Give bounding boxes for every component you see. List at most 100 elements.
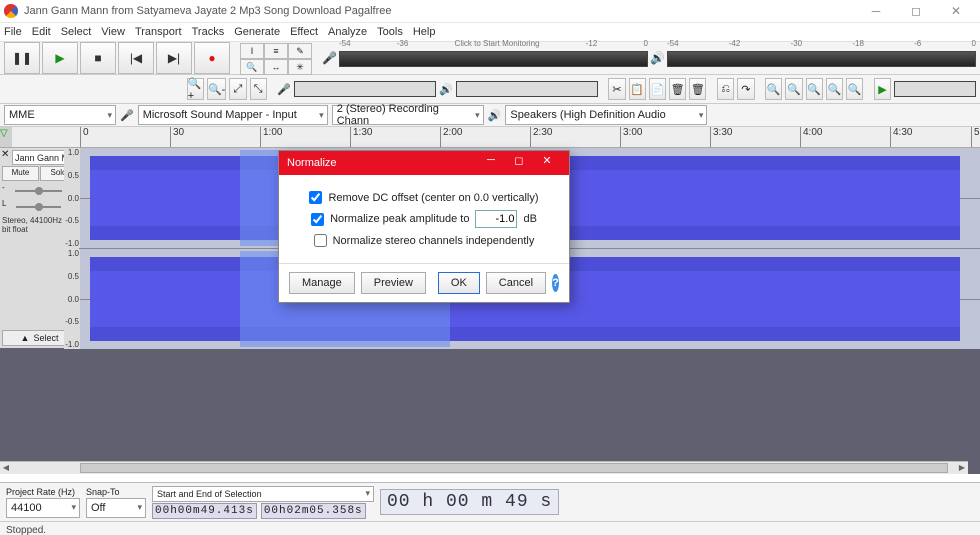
zoom-out-button[interactable]: 🔍- xyxy=(207,78,226,100)
timeline-tick: 1:00 xyxy=(260,127,282,147)
timeline-tick: 30 xyxy=(170,127,184,147)
menu-tracks[interactable]: Tracks xyxy=(192,26,225,38)
silence-button[interactable]: 🗑 xyxy=(689,78,706,100)
maximize-button[interactable]: ◻ xyxy=(896,1,936,21)
paste-button[interactable]: 📄 xyxy=(649,78,666,100)
selection-tool[interactable]: I xyxy=(240,43,264,59)
pan-slider[interactable] xyxy=(8,202,69,212)
timeshift-tool[interactable]: ↔ xyxy=(264,59,288,75)
envelope-tool[interactable]: ≡ xyxy=(264,43,288,59)
playback-speed-slider[interactable] xyxy=(894,81,976,97)
recording-meter[interactable] xyxy=(339,51,648,67)
edit-toolbar: 🔍+ 🔍- ⤢ ⤡ 🎤 🔊 ✂ 📋 📄 🗑 🗑 ⎌ ↷ 🔍 🔍 🔍 🔍 🔍 ▶ xyxy=(0,75,980,104)
preview-button[interactable]: Preview xyxy=(361,272,426,294)
playback-meter[interactable] xyxy=(667,51,976,67)
fit-project-button[interactable]: ⤡ xyxy=(250,78,267,100)
window-titlebar: Jann Gann Mann from Satyameva Jayate 2 M… xyxy=(0,0,980,23)
zoom-toggle[interactable]: 🔍 xyxy=(846,78,863,100)
help-button[interactable]: ? xyxy=(552,274,559,292)
project-rate-combo[interactable]: 44100 xyxy=(6,498,80,518)
zoom-out-2[interactable]: 🔍 xyxy=(785,78,802,100)
trim-button[interactable]: 🗑 xyxy=(669,78,686,100)
mic-slider-icon: 🎤 xyxy=(277,83,291,96)
transport-toolbar: ❚❚ ▶ ■ |◀ ▶| ● I ≡ ✎ 🔍 ↔ ✳ 🎤 -54-36 Clic… xyxy=(0,42,980,75)
timeline-tick: 2:00 xyxy=(440,127,462,147)
selection-end-field[interactable]: 00h02m05.358s xyxy=(261,503,366,519)
cut-button[interactable]: ✂ xyxy=(608,78,625,100)
play-meter-scale: -54-42-30-18-60 xyxy=(667,39,976,48)
pause-button[interactable]: ❚❚ xyxy=(4,42,40,74)
menu-tools[interactable]: Tools xyxy=(377,26,403,38)
minimize-button[interactable]: ─ xyxy=(856,1,896,21)
snap-to-label: Snap-To xyxy=(86,487,146,497)
dialog-titlebar[interactable]: Normalize ─ ◻ ✕ xyxy=(279,151,569,175)
menu-help[interactable]: Help xyxy=(413,26,436,38)
peak-amplitude-input[interactable] xyxy=(475,210,517,228)
zoom-fit[interactable]: 🔍 xyxy=(826,78,843,100)
dialog-minimize-button[interactable]: ─ xyxy=(477,154,505,172)
menu-select[interactable]: Select xyxy=(61,26,92,38)
undo-button[interactable]: ⎌ xyxy=(717,78,734,100)
rec-meter-scale: -54-36 Click to Start Monitoring -120 xyxy=(339,39,648,48)
close-button[interactable]: ✕ xyxy=(936,1,976,21)
play-volume-slider[interactable] xyxy=(456,81,598,97)
menu-analyze[interactable]: Analyze xyxy=(328,26,367,38)
draw-tool[interactable]: ✎ xyxy=(288,43,312,59)
audacity-logo-icon xyxy=(4,4,18,18)
tools-grid: I ≡ ✎ 🔍 ↔ ✳ xyxy=(240,43,312,73)
normalize-dialog: Normalize ─ ◻ ✕ Remove DC offset (center… xyxy=(278,150,570,303)
menu-effect[interactable]: Effect xyxy=(290,26,318,38)
speaker-device-icon: 🔊 xyxy=(488,109,502,122)
menu-view[interactable]: View xyxy=(101,26,125,38)
mic-device-icon: 🎤 xyxy=(120,109,134,122)
playback-device-combo[interactable]: Speakers (High Definition Audio xyxy=(505,105,707,125)
play-at-speed-button[interactable]: ▶ xyxy=(874,78,891,100)
timeline-tick: 4:00 xyxy=(800,127,822,147)
play-button[interactable]: ▶ xyxy=(42,42,78,74)
track-close-button[interactable]: ✕ xyxy=(1,149,9,160)
zoom-tool[interactable]: 🔍 xyxy=(240,59,264,75)
recording-channels-combo[interactable]: 2 (Stereo) Recording Chann xyxy=(332,105,484,125)
multi-tool[interactable]: ✳ xyxy=(288,59,312,75)
menu-file[interactable]: File xyxy=(4,26,22,38)
menu-transport[interactable]: Transport xyxy=(135,26,182,38)
amplitude-scale-left: 1.00.50.0-0.5-1.0 xyxy=(64,148,80,248)
zoom-sel[interactable]: 🔍 xyxy=(806,78,823,100)
timeline-ruler[interactable]: ▽ 0 30 1:00 1:30 2:00 2:30 3:00 3:30 4:0… xyxy=(0,127,980,148)
stop-button[interactable]: ■ xyxy=(80,42,116,74)
remove-dc-checkbox[interactable] xyxy=(309,191,322,204)
mute-button[interactable]: Mute xyxy=(2,166,39,181)
menu-generate[interactable]: Generate xyxy=(234,26,280,38)
project-rate-label: Project Rate (Hz) xyxy=(6,487,80,497)
ok-button[interactable]: OK xyxy=(438,272,480,294)
menu-edit[interactable]: Edit xyxy=(32,26,51,38)
remove-dc-label: Remove DC offset (center on 0.0 vertical… xyxy=(328,192,538,204)
peak-unit-label: dB xyxy=(523,213,536,225)
manage-button[interactable]: Manage xyxy=(289,272,355,294)
redo-button[interactable]: ↷ xyxy=(737,78,754,100)
stereo-independent-checkbox[interactable] xyxy=(314,234,327,247)
timeline-tick: 1:30 xyxy=(350,127,372,147)
horizontal-scrollbar[interactable]: ◀▶ xyxy=(0,461,968,474)
zoom-in-button[interactable]: 🔍+ xyxy=(187,78,204,100)
snap-to-combo[interactable]: Off xyxy=(86,498,146,518)
skip-start-button[interactable]: |◀ xyxy=(118,42,154,74)
timeline-tick: 3:30 xyxy=(710,127,732,147)
rec-volume-slider[interactable] xyxy=(294,81,436,97)
status-bar: Stopped. xyxy=(0,522,980,535)
zoom-in-2[interactable]: 🔍 xyxy=(765,78,782,100)
normalize-peak-checkbox[interactable] xyxy=(311,213,324,226)
audio-position-display[interactable]: 00 h 00 m 49 s xyxy=(380,489,559,515)
fit-selection-button[interactable]: ⤢ xyxy=(229,78,246,100)
gain-slider[interactable] xyxy=(7,186,71,196)
audio-host-combo[interactable]: MME xyxy=(4,105,116,125)
dialog-maximize-button[interactable]: ◻ xyxy=(505,154,533,172)
selection-mode-combo[interactable]: Start and End of Selection xyxy=(152,486,374,502)
selection-start-field[interactable]: 00h00m49.413s xyxy=(152,503,257,519)
copy-button[interactable]: 📋 xyxy=(629,78,646,100)
recording-device-combo[interactable]: Microsoft Sound Mapper - Input xyxy=(138,105,328,125)
skip-end-button[interactable]: ▶| xyxy=(156,42,192,74)
cancel-button[interactable]: Cancel xyxy=(486,272,546,294)
dialog-close-button[interactable]: ✕ xyxy=(533,154,561,172)
record-button[interactable]: ● xyxy=(194,42,230,74)
